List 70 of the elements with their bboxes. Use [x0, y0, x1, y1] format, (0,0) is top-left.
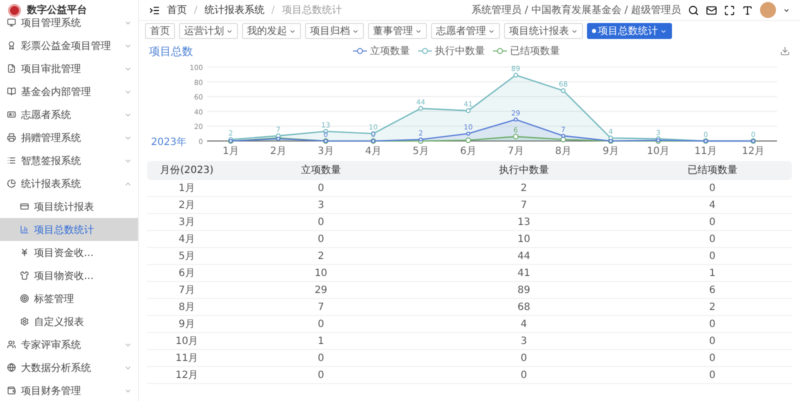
column-header: 执行中数量	[498, 164, 549, 177]
table-cell: 89	[517, 284, 530, 296]
table-cell: 4	[520, 318, 528, 330]
table-cell: 0	[520, 352, 528, 364]
table-cell-text: 2月	[178, 199, 196, 212]
table-cell: 1	[318, 336, 324, 346]
x-tick-label: 4月	[365, 146, 382, 157]
table-cell: 0	[318, 370, 324, 380]
table-cell: 0	[709, 182, 716, 194]
table-cell-text: 8月	[178, 301, 196, 314]
table-cell: 7	[318, 302, 324, 312]
table-cell: 41	[517, 268, 530, 278]
table-cell-text: 9月	[178, 318, 196, 331]
table-cell: 0	[318, 216, 324, 228]
table-cell: 0	[709, 352, 716, 364]
column-header: 月份(2023)	[160, 164, 214, 177]
column-header: 立项数量	[300, 164, 341, 177]
table-cell-text: 4月	[178, 233, 196, 246]
table-cell-text: 10月	[175, 335, 198, 348]
table-cell: 0	[318, 234, 324, 244]
table-cell: 0	[709, 336, 716, 346]
table-cell: 0	[520, 370, 528, 380]
x-tick-label: 10月	[646, 146, 670, 157]
table-cell: 3	[520, 336, 528, 346]
breadcrumb-separator: /	[194, 4, 198, 16]
table-cell-text: 7月	[178, 284, 196, 297]
table-cell: 44	[517, 250, 530, 262]
table-cell: 0	[709, 216, 716, 228]
table-cell-text: 12月	[175, 369, 198, 382]
table-cell: 0	[318, 182, 324, 194]
x-tick-label: 8月	[555, 146, 572, 157]
user-info: 系统管理员 / 中国教育发展基金会 / 超级管理员	[472, 4, 681, 17]
table-cell: 6	[709, 284, 716, 296]
x-tick-label: 3月	[318, 146, 334, 157]
table-cell: 10	[517, 234, 530, 244]
x-tick-label: 2月	[270, 146, 286, 157]
table-cell: 10	[314, 268, 328, 278]
x-tick-label: 6月	[460, 146, 476, 157]
table-cell-text: 3月	[178, 216, 196, 229]
table-cell: 2	[318, 250, 324, 262]
breadcrumb-separator: /	[271, 4, 275, 16]
table-cell: 0	[318, 318, 324, 330]
x-tick-label: 5月	[412, 146, 429, 157]
table-cell-text: 1月	[178, 182, 196, 195]
table-cell: 13	[517, 216, 530, 228]
table-cell-text: 11月	[175, 352, 198, 365]
table-cell: 0	[709, 318, 716, 330]
table-cell: 29	[314, 284, 328, 296]
x-tick-label: 7月	[508, 146, 524, 157]
chart-title: 项目总数	[149, 44, 193, 58]
table-cell: 4	[709, 200, 716, 210]
table-cell: 1	[709, 268, 716, 278]
table-cell: 0	[709, 234, 716, 244]
table-cell: 3	[318, 200, 324, 210]
table-cell: 2	[709, 302, 716, 312]
table-cell: 7	[520, 200, 528, 210]
table-cell: 2	[520, 182, 528, 194]
table-cell: 0	[709, 250, 716, 262]
x-axis-label: 2023年	[151, 137, 186, 148]
x-tick-label: 1月	[222, 146, 239, 157]
table-cell: 68	[517, 302, 530, 312]
table-cell: 0	[709, 370, 716, 380]
column-header: 已结项数量	[687, 164, 738, 177]
x-tick-label: 11月	[694, 146, 718, 157]
table-cell: 0	[318, 352, 324, 364]
table-cell-text: 6月	[178, 267, 196, 280]
app-title: 数字公益平台	[27, 3, 87, 17]
x-tick-label: 12月	[742, 146, 765, 157]
table-cell-text: 5月	[178, 250, 196, 263]
x-tick-label: 9月	[602, 146, 619, 157]
